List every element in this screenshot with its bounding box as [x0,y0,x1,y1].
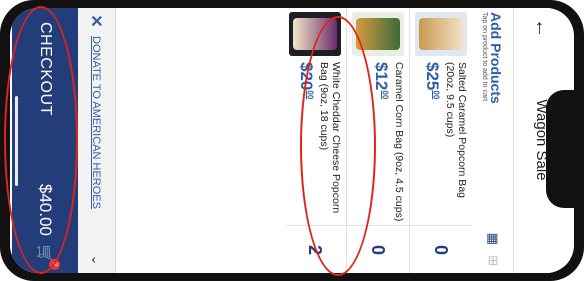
product-price: $2500 [423,62,442,100]
donate-link[interactable]: DONATE TO AMERICAN HEROES [90,36,102,246]
product-row-salted-caramel[interactable]: Salted Caramel Popcorn Bag (20oz, 9.5 cu… [409,8,472,273]
add-products-header: Add Products Tap on product to add to ca… [472,8,514,273]
product-image [415,12,467,56]
phone-screen: ← Wagon Sale Add Products Tap on product… [10,8,574,273]
product-name: Salted Caramel Popcorn Bag (20oz, 9.5 cu… [444,62,468,198]
add-products-title: Add Products [488,12,505,104]
donate-row[interactable]: ✕ DONATE TO AMERICAN HEROES ⌄ [76,8,116,273]
phone-notch [546,90,574,208]
chevron-down-icon[interactable]: ⌄ [88,246,104,273]
annotation-ellipse-product [300,16,376,276]
annotation-ellipse-checkout [4,6,78,274]
grid-view-icon[interactable]: ⊞ [485,255,501,266]
product-name: Caramel Corn Bag (9oz, 4.5 cups) [393,62,405,222]
screenshot: ← Wagon Sale Add Products Tap on product… [0,0,584,281]
empty-area [116,8,286,273]
app-view: ← Wagon Sale Add Products Tap on product… [12,8,570,273]
arrow-left-icon[interactable]: ← [531,8,554,50]
product-quantity[interactable]: 0 [410,225,472,273]
list-view-icon[interactable]: ▦ [485,233,501,245]
ribbon-icon: ✕ [87,14,104,28]
add-products-subtitle: Tap on product to add to cart [481,12,489,102]
phone-frame: ← Wagon Sale Add Products Tap on product… [0,0,584,281]
